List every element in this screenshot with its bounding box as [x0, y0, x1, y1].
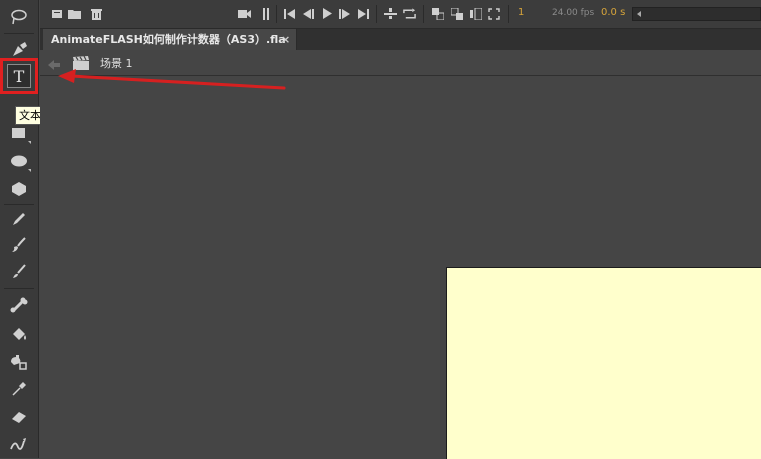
- frame-rate[interactable]: 24.00 fps: [552, 8, 594, 18]
- trash-icon[interactable]: [90, 7, 103, 20]
- ink-bottle-icon[interactable]: [6, 349, 32, 375]
- elapsed-time: 0.0 s: [601, 7, 626, 18]
- pause-icon[interactable]: [259, 7, 272, 20]
- current-frame: 1: [518, 7, 525, 18]
- loop-icon[interactable]: [384, 7, 397, 20]
- eyedropper-icon[interactable]: [6, 376, 32, 402]
- brush-icon[interactable]: [6, 259, 32, 285]
- step-forward-icon[interactable]: [338, 7, 351, 20]
- onion-outline-icon[interactable]: [469, 7, 482, 20]
- text-tool-button[interactable]: T: [7, 64, 31, 88]
- first-frame-icon[interactable]: [283, 7, 296, 20]
- timeline-toolbar: 1 24.00 fps 0.0 s: [40, 0, 761, 29]
- lasso-icon[interactable]: [6, 4, 32, 30]
- scroll-left-icon[interactable]: [637, 11, 641, 17]
- document-tab-title: AnimateFLASH如何制作计数器（AS3）.fla: [51, 33, 286, 46]
- tools-panel: T: [0, 0, 39, 458]
- paint-brush-icon[interactable]: [6, 232, 32, 258]
- sync-icon[interactable]: [403, 7, 416, 20]
- camera-icon[interactable]: [238, 7, 251, 20]
- document-tab-bar: AnimateFLASH如何制作计数器（AS3）.fla ×: [40, 29, 761, 50]
- clapperboard-icon: [73, 55, 89, 74]
- close-icon[interactable]: ×: [281, 29, 290, 50]
- document-tab[interactable]: AnimateFLASH如何制作计数器（AS3）.fla ×: [43, 29, 297, 50]
- play-icon[interactable]: [321, 7, 334, 20]
- polystar-icon[interactable]: [6, 176, 32, 202]
- oval-icon[interactable]: [6, 148, 32, 174]
- pencil-icon[interactable]: [6, 206, 32, 232]
- step-back-icon[interactable]: [302, 7, 315, 20]
- new-folder-icon[interactable]: [68, 7, 81, 20]
- last-frame-icon[interactable]: [357, 7, 370, 20]
- scene-label[interactable]: 场景 1: [100, 55, 133, 71]
- timeline-scrollbar[interactable]: [632, 7, 761, 21]
- text-icon: T: [13, 66, 25, 86]
- back-arrow-icon[interactable]: [48, 56, 60, 75]
- eraser-icon[interactable]: [6, 404, 32, 430]
- paint-bucket-icon[interactable]: [6, 321, 32, 347]
- new-layer-icon[interactable]: [50, 7, 63, 20]
- width-tool-icon[interactable]: [6, 431, 32, 457]
- onion-skin-icon[interactable]: [450, 7, 463, 20]
- scene-bar: 场景 1: [40, 50, 761, 76]
- stage-canvas[interactable]: [446, 267, 761, 459]
- center-frame-icon[interactable]: [431, 7, 444, 20]
- bone-icon[interactable]: [6, 292, 32, 318]
- edit-multiple-frames-icon[interactable]: [487, 7, 500, 20]
